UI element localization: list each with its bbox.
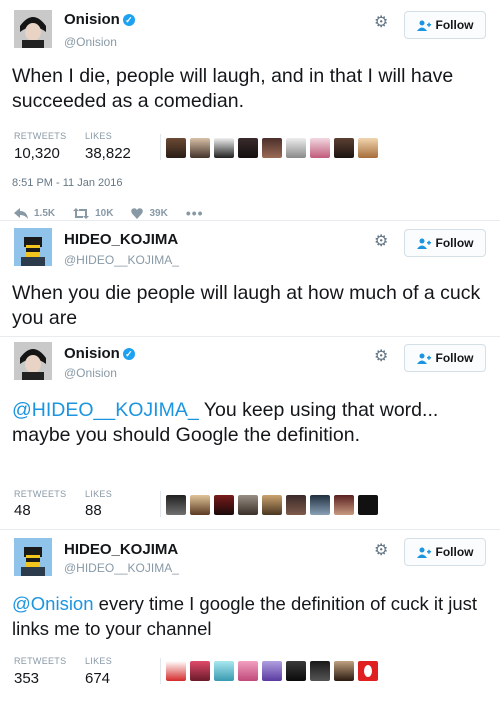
stats-divider	[160, 134, 161, 160]
likes-count[interactable]: 674	[85, 670, 110, 687]
liker-avatar[interactable]	[286, 495, 306, 515]
liker-avatar[interactable]	[262, 138, 282, 158]
follow-button[interactable]: Follow	[404, 538, 486, 566]
follow-person-icon	[416, 20, 431, 31]
display-name[interactable]: Onision ✓	[64, 11, 135, 28]
liker-avatar[interactable]	[166, 661, 186, 681]
gear-icon[interactable]: ⚙	[374, 234, 390, 250]
liker-avatar[interactable]	[334, 661, 354, 681]
likes-count[interactable]: 38,822	[85, 145, 131, 162]
follow-button[interactable]: Follow	[404, 11, 486, 39]
liker-avatar[interactable]	[310, 138, 330, 158]
tweet-text: @HIDEO__KOJIMA_ You keep using that word…	[12, 398, 452, 448]
user-handle[interactable]: @HIDEO__KOJIMA_	[64, 561, 179, 575]
liker-avatar[interactable]	[238, 495, 258, 515]
follow-label: Follow	[435, 351, 474, 365]
follow-person-icon	[416, 353, 431, 364]
liker-avatar[interactable]	[334, 138, 354, 158]
liker-avatar[interactable]	[286, 138, 306, 158]
like-count: 39K	[149, 207, 168, 219]
user-handle[interactable]: @HIDEO__KOJIMA_	[64, 253, 179, 267]
more-button[interactable]: •••	[186, 205, 204, 221]
liker-avatar[interactable]	[238, 661, 258, 681]
tweet-separator	[0, 529, 500, 530]
reply-button[interactable]: 1.5K	[14, 207, 56, 219]
likes-count[interactable]: 88	[85, 502, 102, 519]
retweets-count[interactable]: 48	[14, 502, 31, 519]
liker-avatar[interactable]	[166, 495, 186, 515]
display-name[interactable]: Onision ✓	[64, 345, 135, 362]
liker-avatar[interactable]	[262, 495, 282, 515]
display-name[interactable]: HIDEO_KOJIMA	[64, 231, 178, 248]
liker-avatar[interactable]	[238, 138, 258, 158]
liker-avatar[interactable]	[190, 138, 210, 158]
retweets-label: RETWEETS	[14, 489, 67, 499]
liker-avatar[interactable]	[190, 495, 210, 515]
liker-avatar[interactable]	[334, 495, 354, 515]
verified-icon: ✓	[122, 14, 135, 26]
liker-avatar[interactable]	[190, 661, 210, 681]
liker-avatar[interactable]	[262, 661, 282, 681]
reply-icon	[14, 207, 28, 219]
likes-label: LIKES	[85, 489, 113, 499]
tweet-separator	[0, 220, 500, 221]
follow-label: Follow	[435, 18, 474, 32]
retweets-count[interactable]: 10,320	[14, 145, 60, 162]
retweet-button[interactable]: 10K	[73, 207, 114, 219]
tweet-text: When you die people will laugh at how mu…	[12, 282, 481, 329]
gear-icon[interactable]: ⚙	[374, 15, 390, 31]
likes-label: LIKES	[85, 656, 113, 666]
user-handle[interactable]: @Onision	[64, 366, 117, 380]
liker-avatar[interactable]	[310, 661, 330, 681]
liker-avatar[interactable]	[286, 661, 306, 681]
display-name[interactable]: HIDEO_KOJIMA	[64, 541, 178, 558]
follow-label: Follow	[435, 236, 474, 250]
tweet-timestamp[interactable]: 8:51 PM - 11 Jan 2016	[12, 177, 122, 189]
liker-avatar[interactable]	[166, 138, 186, 158]
likers-avatars	[166, 661, 378, 681]
stats-divider	[160, 491, 161, 517]
avatar[interactable]	[14, 538, 52, 576]
like-button[interactable]: 39K	[131, 207, 168, 219]
likers-avatars	[166, 138, 378, 158]
gear-icon[interactable]: ⚙	[374, 543, 390, 559]
retweets-label: RETWEETS	[14, 131, 67, 141]
avatar[interactable]	[14, 342, 52, 380]
follow-button[interactable]: Follow	[404, 344, 486, 372]
liker-avatar[interactable]	[358, 495, 378, 515]
follow-label: Follow	[435, 545, 474, 559]
follow-button[interactable]: Follow	[404, 229, 486, 257]
retweets-count[interactable]: 353	[14, 670, 39, 687]
liker-avatar[interactable]	[214, 138, 234, 158]
liker-avatar[interactable]	[310, 495, 330, 515]
follow-person-icon	[416, 547, 431, 558]
liker-avatar[interactable]	[214, 495, 234, 515]
avatar[interactable]	[14, 10, 52, 48]
retweet-count: 10K	[95, 207, 114, 219]
liker-avatar[interactable]	[358, 138, 378, 158]
liker-avatar[interactable]	[214, 661, 234, 681]
liker-avatar[interactable]	[358, 661, 378, 681]
mention-link[interactable]: @Onision	[12, 593, 94, 614]
tweet-separator	[0, 336, 500, 337]
user-handle[interactable]: @Onision	[64, 35, 117, 49]
mention-link[interactable]: @HIDEO__KOJIMA_	[12, 399, 199, 421]
retweet-icon	[73, 207, 90, 219]
tweet-text: @Onision every time I google the definit…	[12, 591, 482, 641]
retweets-label: RETWEETS	[14, 656, 67, 666]
avatar[interactable]	[14, 228, 52, 266]
likers-avatars	[166, 495, 378, 515]
tweet-text: When I die, people will laugh, and in th…	[12, 65, 454, 112]
reply-count: 1.5K	[34, 207, 56, 219]
likes-label: LIKES	[85, 131, 113, 141]
tweet-actions: 1.5K 10K 39K •••	[14, 205, 204, 221]
verified-icon: ✓	[122, 348, 135, 360]
more-icon: •••	[185, 205, 204, 221]
gear-icon[interactable]: ⚙	[374, 349, 390, 365]
follow-person-icon	[416, 238, 431, 249]
like-icon	[131, 207, 144, 219]
stats-divider	[160, 658, 161, 684]
